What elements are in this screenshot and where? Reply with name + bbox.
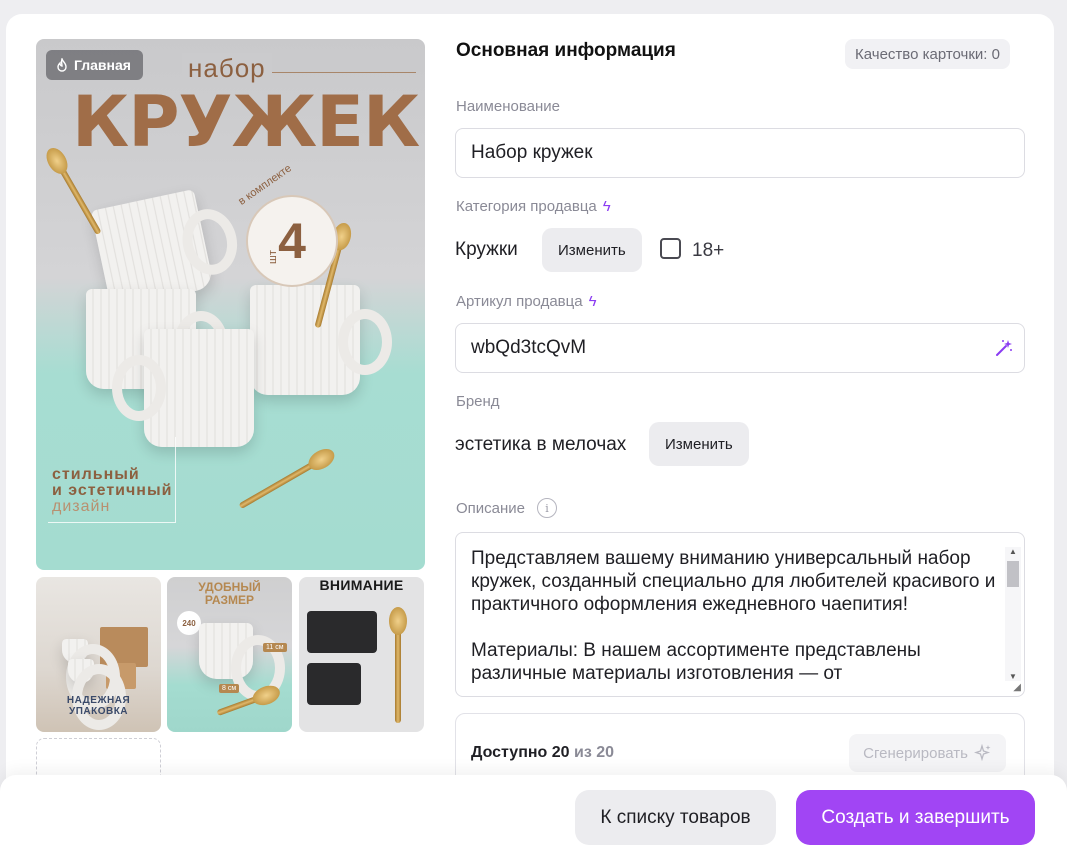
generate-button[interactable]: Сгенерировать	[849, 734, 1006, 772]
section-title: Основная информация	[456, 40, 676, 61]
lightning-icon: ϟ	[602, 198, 611, 215]
name-label-text: Наименование	[456, 98, 560, 115]
article-input-value: wbQd3tcQvM	[471, 337, 587, 358]
info-icon[interactable]: i	[537, 498, 558, 518]
description-textarea[interactable]: Представляем вашему вниманию универсальн…	[455, 532, 1025, 697]
adult-checkbox[interactable]	[660, 238, 681, 259]
available-count: 20	[551, 744, 570, 761]
scroll-up-icon[interactable]: ▲	[1009, 547, 1017, 556]
promo-title: КРУЖЕК	[72, 81, 420, 163]
lightning-icon: ϟ	[588, 293, 597, 310]
brand-value: эстетика в мелочах	[455, 434, 627, 455]
thumbnail-photo-1[interactable]: НАДЕЖНАЯ УПАКОВКА	[36, 577, 161, 732]
sparkle-icon	[974, 744, 991, 762]
main-photo-badge-label: Главная	[74, 57, 131, 73]
promo-subtitle: набор	[182, 53, 272, 84]
mug-image	[250, 285, 392, 395]
count-circle: 4 шт	[246, 195, 338, 287]
mug-image	[112, 329, 254, 447]
thumbnail-caption-line2: РАЗМЕР	[204, 593, 255, 607]
create-and-finish-button[interactable]: Создать и завершить	[796, 790, 1035, 845]
brand-label: Бренд	[456, 393, 500, 410]
scrollbar-thumb[interactable]	[1007, 561, 1019, 587]
thumbnail-caption: УДОБНЫЙ РАЗМЕР	[167, 581, 292, 607]
description-label-text: Описание	[456, 499, 526, 517]
category-label-text: Категория продавца	[456, 198, 597, 215]
note-block	[307, 611, 377, 653]
volume-badge: 240	[177, 611, 201, 635]
promo-footer-line2: и эстетичный	[52, 482, 173, 499]
scroll-down-icon[interactable]: ▼	[1009, 672, 1017, 681]
generate-button-label: Сгенерировать	[863, 744, 968, 762]
description-label: Описание i	[456, 498, 558, 518]
dimension-label: 8 см	[219, 684, 240, 693]
promo-footer: стильный и эстетичный дизайн	[52, 467, 172, 515]
description-scrollbar[interactable]: ▲ ▼	[1005, 547, 1021, 681]
quality-badge: Качество карточки: 0	[845, 39, 1010, 69]
available-label: Доступно	[471, 744, 548, 761]
spoon-image	[56, 162, 102, 236]
promo-footer-line3: дизайн	[52, 498, 111, 515]
main-product-photo[interactable]: Главная набор КРУЖЕК в комплекте 4 шт ст…	[36, 39, 425, 570]
article-input[interactable]: wbQd3tcQvM	[455, 323, 1025, 373]
main-photo-badge: Главная	[46, 50, 143, 80]
category-value: Кружки	[455, 239, 518, 260]
spoon-image	[238, 458, 320, 510]
name-input[interactable]: Набор кружек	[455, 128, 1025, 178]
category-label: Категория продавца ϟ	[456, 198, 611, 215]
thumbnail-caption: ВНИМАНИЕ	[319, 577, 404, 593]
generation-availability: Доступно 20 из 20	[471, 744, 614, 762]
thumbnail-caption: НАДЕЖНАЯ УПАКОВКА	[66, 695, 131, 717]
magic-wand-icon[interactable]	[994, 338, 1014, 358]
mug-image	[199, 623, 285, 702]
count-number: 4	[278, 213, 306, 269]
resize-handle-icon[interactable]: ◢	[1013, 682, 1021, 693]
available-total: 20	[596, 744, 615, 761]
thumbnail-photo-2[interactable]: УДОБНЫЙ РАЗМЕР 240 11 см 8 см	[167, 577, 292, 732]
note-block	[307, 663, 361, 705]
flame-icon	[57, 58, 67, 72]
change-category-button[interactable]: Изменить	[542, 228, 642, 272]
article-label-text: Артикул продавца	[456, 293, 583, 310]
brand-label-text: Бренд	[456, 393, 500, 410]
adult-checkbox-label: 18+	[692, 240, 725, 261]
promo-footer-line1: стильный	[52, 466, 140, 483]
name-label: Наименование	[456, 98, 560, 115]
mug-image	[68, 659, 126, 731]
change-brand-button[interactable]: Изменить	[649, 422, 749, 466]
spoon-image	[216, 693, 264, 717]
of-label: из	[574, 744, 592, 761]
article-label: Артикул продавца ϟ	[456, 293, 597, 310]
count-unit: шт	[266, 250, 279, 264]
dimension-label: 11 см	[263, 643, 287, 652]
back-to-list-button[interactable]: К списку товаров	[575, 790, 776, 845]
thumbnail-photo-3[interactable]: ВНИМАНИЕ	[299, 577, 424, 732]
spoon-image	[389, 607, 407, 723]
name-input-value: Набор кружек	[471, 142, 593, 163]
description-text: Представляем вашему вниманию универсальн…	[471, 548, 996, 684]
